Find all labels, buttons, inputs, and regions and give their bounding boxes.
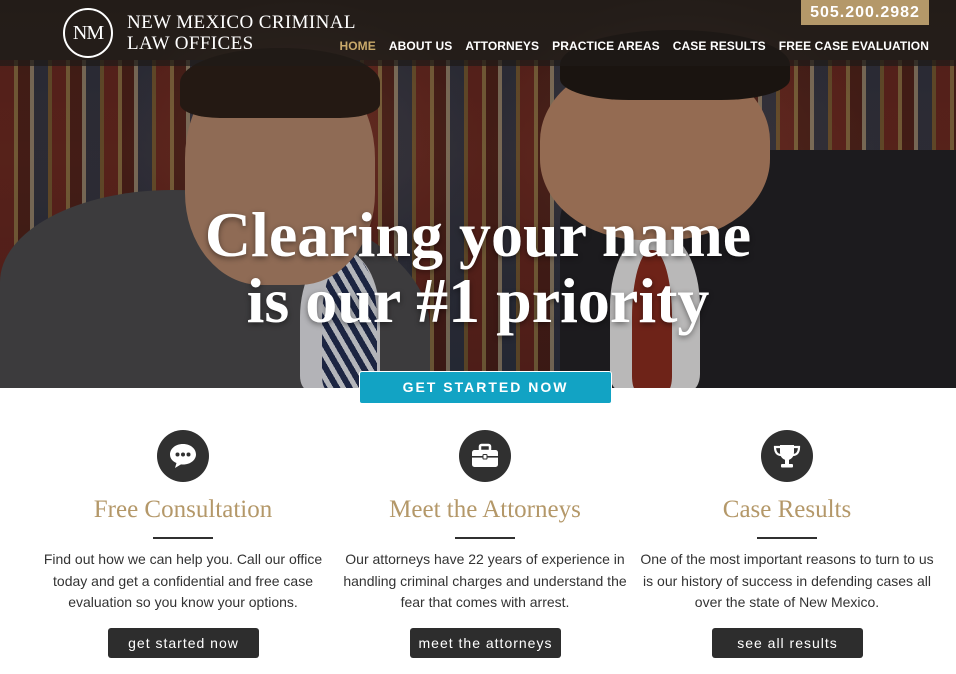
- logo-line1: NEW MEXICO CRIMINAL: [127, 12, 356, 33]
- feature-case-results: Case Results One of the most important r…: [637, 430, 937, 658]
- hero-headline-line1: Clearing your name: [204, 199, 752, 270]
- trophy-icon: [761, 430, 813, 482]
- hero-headline-line2: is our #1 priority: [246, 265, 710, 336]
- get-started-now-small-button[interactable]: get started now: [108, 628, 259, 658]
- logo-wordmark[interactable]: NEW MEXICO CRIMINAL LAW OFFICES: [127, 12, 356, 54]
- divider: [153, 537, 213, 539]
- briefcase-icon: [459, 430, 511, 482]
- nav-case-results[interactable]: CASE RESULTS: [673, 39, 766, 53]
- nav-home[interactable]: HOME: [339, 39, 375, 53]
- main-nav: HOME ABOUT US ATTORNEYS PRACTICE AREAS C…: [339, 39, 929, 53]
- nav-free-case-evaluation[interactable]: FREE CASE EVALUATION: [779, 39, 929, 53]
- nav-about-us[interactable]: ABOUT US: [389, 39, 452, 53]
- speech-bubble-icon: [157, 430, 209, 482]
- get-started-now-button[interactable]: GET STARTED NOW: [359, 371, 612, 404]
- logo-monogram[interactable]: NM: [63, 8, 113, 58]
- feature-meet-attorneys: Meet the Attorneys Our attorneys have 22…: [335, 430, 635, 658]
- feature-description: Our attorneys have 22 years of experienc…: [343, 551, 627, 610]
- feature-title: Case Results: [722, 496, 852, 523]
- nav-practice-areas[interactable]: PRACTICE AREAS: [552, 39, 660, 53]
- phone-number-link[interactable]: 505.200.2982: [801, 0, 929, 25]
- see-all-results-button[interactable]: see all results: [712, 628, 863, 658]
- hero-headline: Clearing your name is our #1 priority: [0, 202, 956, 334]
- divider: [757, 537, 817, 539]
- feature-description: One of the most important reasons to tur…: [640, 551, 934, 610]
- top-navbar: NM NEW MEXICO CRIMINAL LAW OFFICES 505.2…: [0, 0, 956, 66]
- feature-free-consultation: Free Consultation Find out how we can he…: [33, 430, 333, 658]
- nav-attorneys[interactable]: ATTORNEYS: [465, 39, 539, 53]
- feature-title: Meet the Attorneys: [389, 496, 581, 523]
- divider: [455, 537, 515, 539]
- meet-the-attorneys-button[interactable]: meet the attorneys: [410, 628, 561, 658]
- feature-description: Find out how we can help you. Call our o…: [43, 551, 323, 610]
- feature-title: Free Consultation: [93, 496, 273, 523]
- logo-line2: LAW OFFICES: [127, 33, 254, 54]
